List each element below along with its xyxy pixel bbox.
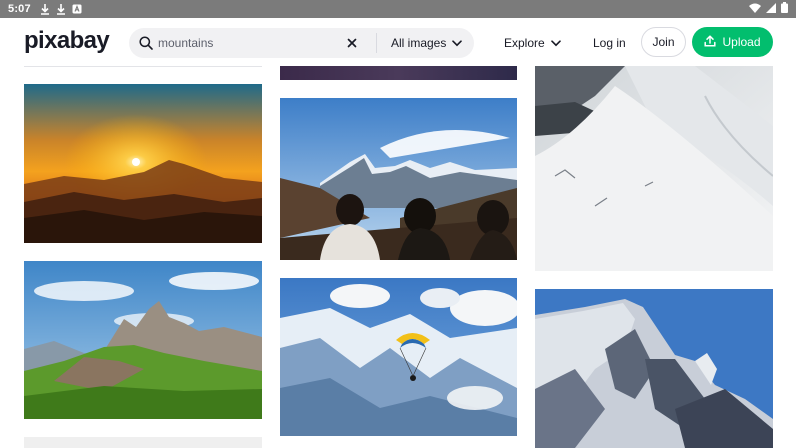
image-tile-dusk-strip[interactable] — [280, 66, 517, 80]
image-tile-snow-peak-blue-sky[interactable] — [535, 289, 773, 448]
image-tile-sunset-mountain[interactable] — [24, 84, 262, 243]
download-icon — [55, 3, 67, 15]
search-input[interactable] — [158, 33, 338, 53]
image-tile-paraglider-alps[interactable] — [280, 278, 517, 436]
join-label: Join — [652, 35, 675, 49]
dusk-strip-image — [280, 66, 517, 80]
explore-menu[interactable]: Explore — [504, 33, 561, 53]
status-time: 5:07 — [8, 3, 31, 15]
download-icon — [39, 3, 51, 15]
paraglider-alps-image — [280, 278, 517, 436]
green-dolomites-image — [24, 261, 262, 419]
search-bar: All images — [129, 28, 474, 58]
site-header: pixabay All images Explore Log in Join U… — [0, 18, 796, 66]
snow-peak-blue-sky-image — [535, 289, 773, 448]
upload-label: Upload — [722, 35, 761, 49]
image-tile-green-dolomites[interactable] — [24, 261, 262, 419]
column-divider — [24, 66, 262, 67]
upload-button[interactable]: Upload — [692, 27, 773, 57]
sunset-mountain-image — [24, 84, 262, 243]
image-tile-placeholder[interactable] — [24, 437, 262, 448]
explore-label: Explore — [504, 36, 545, 50]
image-tile-hikers-peaks[interactable] — [280, 98, 517, 260]
snow-slope-image — [535, 66, 773, 271]
image-type-dropdown[interactable]: All images — [391, 34, 463, 52]
pixabay-logo[interactable]: pixabay — [24, 28, 110, 54]
wifi-icon — [749, 3, 761, 16]
upload-icon — [704, 34, 717, 50]
battery-icon — [781, 2, 788, 16]
status-bar: 5:07 — [0, 0, 796, 18]
join-button[interactable]: Join — [641, 27, 686, 57]
app-notification-icon — [71, 3, 83, 15]
image-gallery — [0, 66, 796, 448]
clear-search-icon[interactable] — [344, 35, 360, 51]
chevron-down-icon — [452, 36, 463, 50]
image-type-label: All images — [391, 36, 447, 50]
signal-icon — [766, 2, 776, 16]
hikers-peaks-image — [280, 98, 517, 260]
login-link[interactable]: Log in — [593, 33, 626, 53]
chevron-down-icon — [550, 36, 561, 50]
image-tile-snow-slope[interactable] — [535, 66, 773, 271]
search-divider — [376, 33, 377, 53]
search-icon[interactable] — [138, 35, 154, 51]
